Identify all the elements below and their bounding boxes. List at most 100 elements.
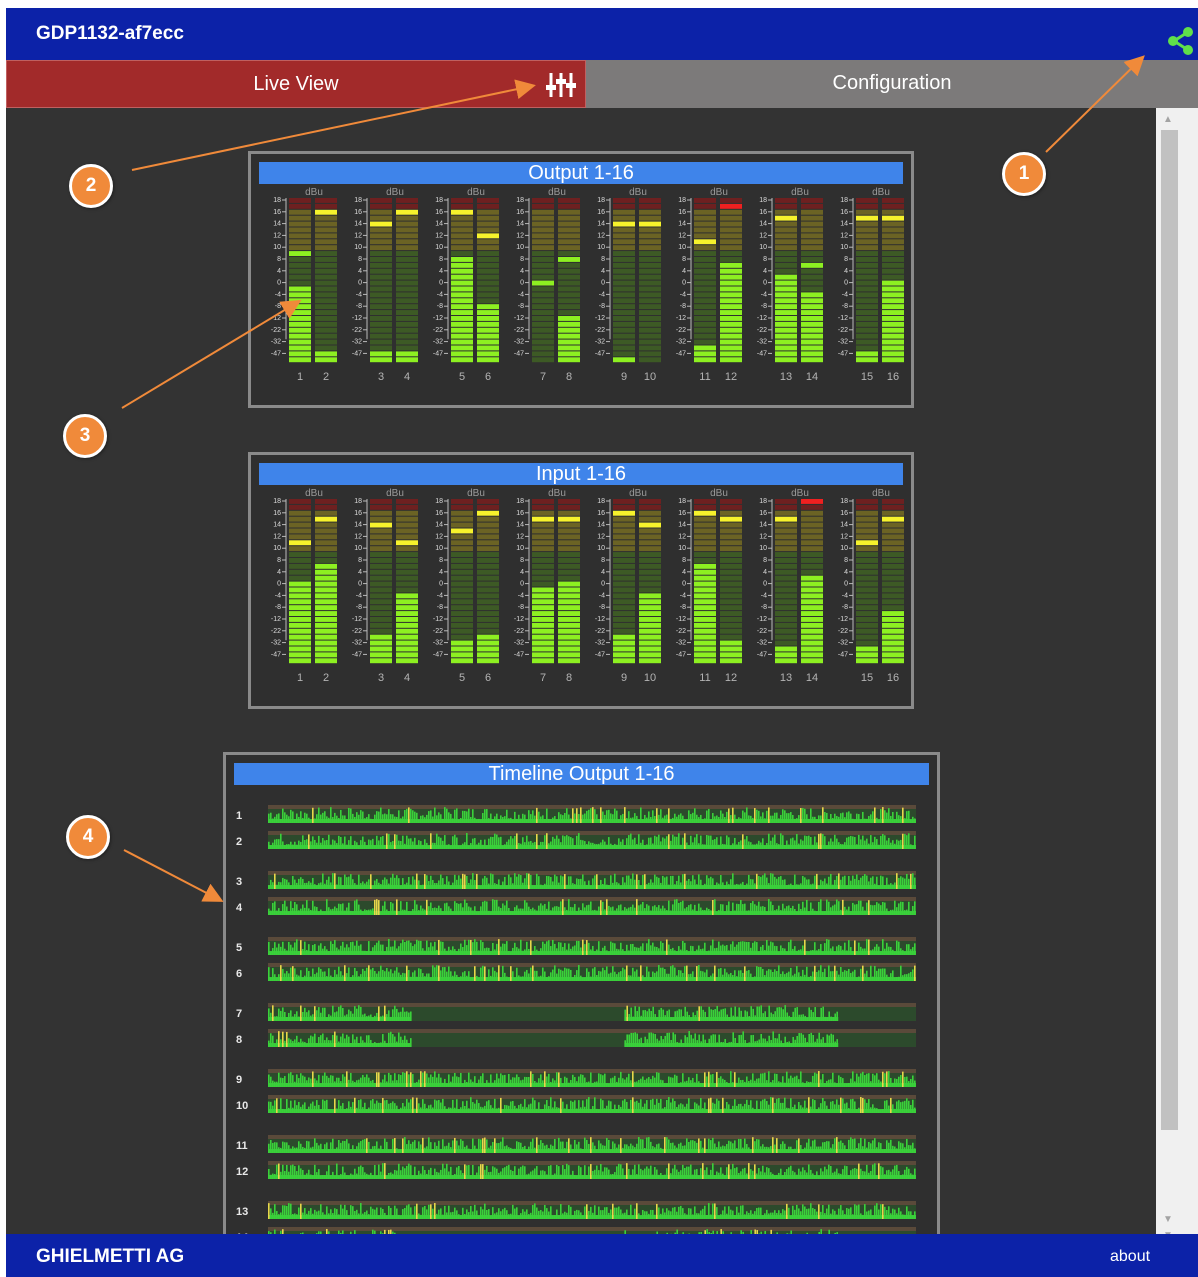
timeline-level-bar bbox=[770, 1097, 772, 1113]
timeline-level-bar bbox=[712, 973, 714, 981]
timeline-level-bar bbox=[608, 951, 610, 955]
timeline-level-bar bbox=[296, 1147, 298, 1153]
meter-segment bbox=[477, 351, 499, 357]
timeline-level-bar bbox=[852, 836, 854, 849]
timeline-level-bar bbox=[672, 904, 674, 915]
timeline-level-bar bbox=[800, 976, 802, 981]
scale-tick-label: -22 bbox=[838, 327, 848, 334]
timeline-level-bar bbox=[532, 885, 534, 889]
meter-segment bbox=[289, 357, 311, 363]
timeline-level-bar bbox=[366, 1016, 368, 1021]
meter-segment bbox=[694, 357, 716, 363]
meter-segment bbox=[289, 262, 311, 268]
timeline-level-bar bbox=[568, 836, 570, 849]
timeline-level-bar bbox=[368, 1077, 370, 1087]
timeline-level-bar bbox=[456, 1167, 458, 1179]
timeline-level-bar bbox=[896, 811, 898, 823]
timeline-level-bar bbox=[300, 1106, 302, 1113]
timeline-level-bar bbox=[478, 977, 480, 981]
timeline-level-bar bbox=[516, 967, 518, 981]
timeline-level-bar bbox=[762, 1144, 764, 1153]
meter-segment bbox=[613, 634, 635, 640]
timeline-level-bar bbox=[780, 1007, 782, 1021]
timeline-level-bar bbox=[700, 1168, 702, 1179]
unit-label: dBu bbox=[386, 488, 404, 499]
timeline-level-bar bbox=[566, 968, 568, 981]
timeline-level-bar bbox=[820, 833, 822, 849]
meter-segment bbox=[856, 351, 878, 357]
timeline-level-bar bbox=[574, 904, 576, 915]
meter-segment bbox=[532, 646, 554, 652]
meter-segment bbox=[532, 504, 554, 510]
timeline-level-bar bbox=[382, 836, 384, 849]
timeline-level-bar bbox=[488, 1172, 490, 1179]
mixer-sliders-icon[interactable] bbox=[545, 71, 577, 99]
timeline-level-bar bbox=[284, 948, 286, 955]
meter-segment bbox=[639, 239, 661, 245]
timeline-level-bar bbox=[542, 1143, 544, 1153]
meter-segment bbox=[396, 298, 418, 304]
tab-live-view[interactable]: Live View bbox=[6, 60, 586, 108]
timeline-level-bar bbox=[876, 876, 878, 889]
timeline-level-bar bbox=[854, 1138, 856, 1153]
timeline-level-bar bbox=[348, 840, 350, 849]
timeline-level-bar bbox=[588, 942, 590, 955]
timeline-level-bar bbox=[842, 949, 844, 955]
timeline-level-bar bbox=[712, 1009, 714, 1021]
meter-segment bbox=[396, 522, 418, 528]
meter-segment bbox=[882, 558, 904, 563]
meter-segment bbox=[775, 528, 797, 534]
timeline-level-bar bbox=[692, 812, 694, 823]
meter-segment bbox=[856, 658, 878, 664]
timeline-level-bar bbox=[872, 1104, 874, 1113]
meter-segment bbox=[720, 528, 742, 534]
timeline-level-bar bbox=[812, 950, 814, 955]
timeline-level-bar bbox=[638, 905, 640, 915]
timeline-level-bar bbox=[590, 976, 592, 981]
meter-segment bbox=[370, 209, 392, 215]
timeline-level-bar bbox=[464, 939, 466, 955]
timeline-level-bar bbox=[484, 1105, 486, 1113]
timeline-level-bar bbox=[370, 1080, 372, 1087]
timeline-level-bar bbox=[512, 838, 514, 849]
timeline-level-bar bbox=[850, 1099, 852, 1113]
meter-segment bbox=[289, 286, 311, 292]
channel-label: 4 bbox=[404, 371, 410, 383]
timeline-level-bar bbox=[766, 911, 768, 915]
timeline-level-bar bbox=[642, 1170, 644, 1179]
timeline-level-bar bbox=[306, 949, 308, 955]
timeline-level-bar bbox=[488, 883, 490, 889]
timeline-level-bar bbox=[418, 910, 420, 915]
meter-segment bbox=[882, 321, 904, 327]
share-icon[interactable] bbox=[1166, 26, 1196, 56]
timeline-level-bar bbox=[440, 970, 442, 981]
timeline-level-bar bbox=[762, 1038, 764, 1047]
timeline-level-bar bbox=[838, 1075, 840, 1087]
tab-configuration-label: Configuration bbox=[832, 72, 952, 94]
meter-segment bbox=[532, 316, 554, 321]
timeline-level-bar bbox=[410, 838, 412, 849]
timeline-level-bar bbox=[486, 901, 488, 915]
timeline-level-bar bbox=[622, 910, 624, 915]
timeline-level-bar bbox=[460, 943, 462, 955]
scale-tick-label: 14 bbox=[273, 221, 281, 228]
timeline-level-bar bbox=[866, 939, 868, 955]
timeline-level-bar bbox=[640, 1139, 642, 1153]
timeline-level-bar bbox=[646, 1100, 648, 1113]
timeline-level-bar bbox=[388, 911, 390, 915]
timeline-level-bar bbox=[626, 965, 628, 981]
timeline-level-bar bbox=[712, 1034, 714, 1047]
tab-configuration[interactable]: Configuration bbox=[586, 60, 1198, 108]
timeline-level-bar bbox=[854, 837, 856, 849]
timeline-level-bar bbox=[776, 843, 778, 849]
timeline-level-bar bbox=[312, 968, 314, 981]
timeline-level-bar bbox=[830, 1147, 832, 1153]
meter-segment bbox=[451, 504, 473, 510]
timeline-level-bar bbox=[796, 911, 798, 915]
timeline-level-bar bbox=[286, 950, 288, 955]
meter-segment bbox=[396, 310, 418, 315]
timeline-level-bar bbox=[606, 1167, 608, 1179]
timeline-level-bar bbox=[372, 947, 374, 955]
scale-tick-label: -12 bbox=[838, 616, 848, 623]
channel-label: 14 bbox=[806, 672, 818, 684]
